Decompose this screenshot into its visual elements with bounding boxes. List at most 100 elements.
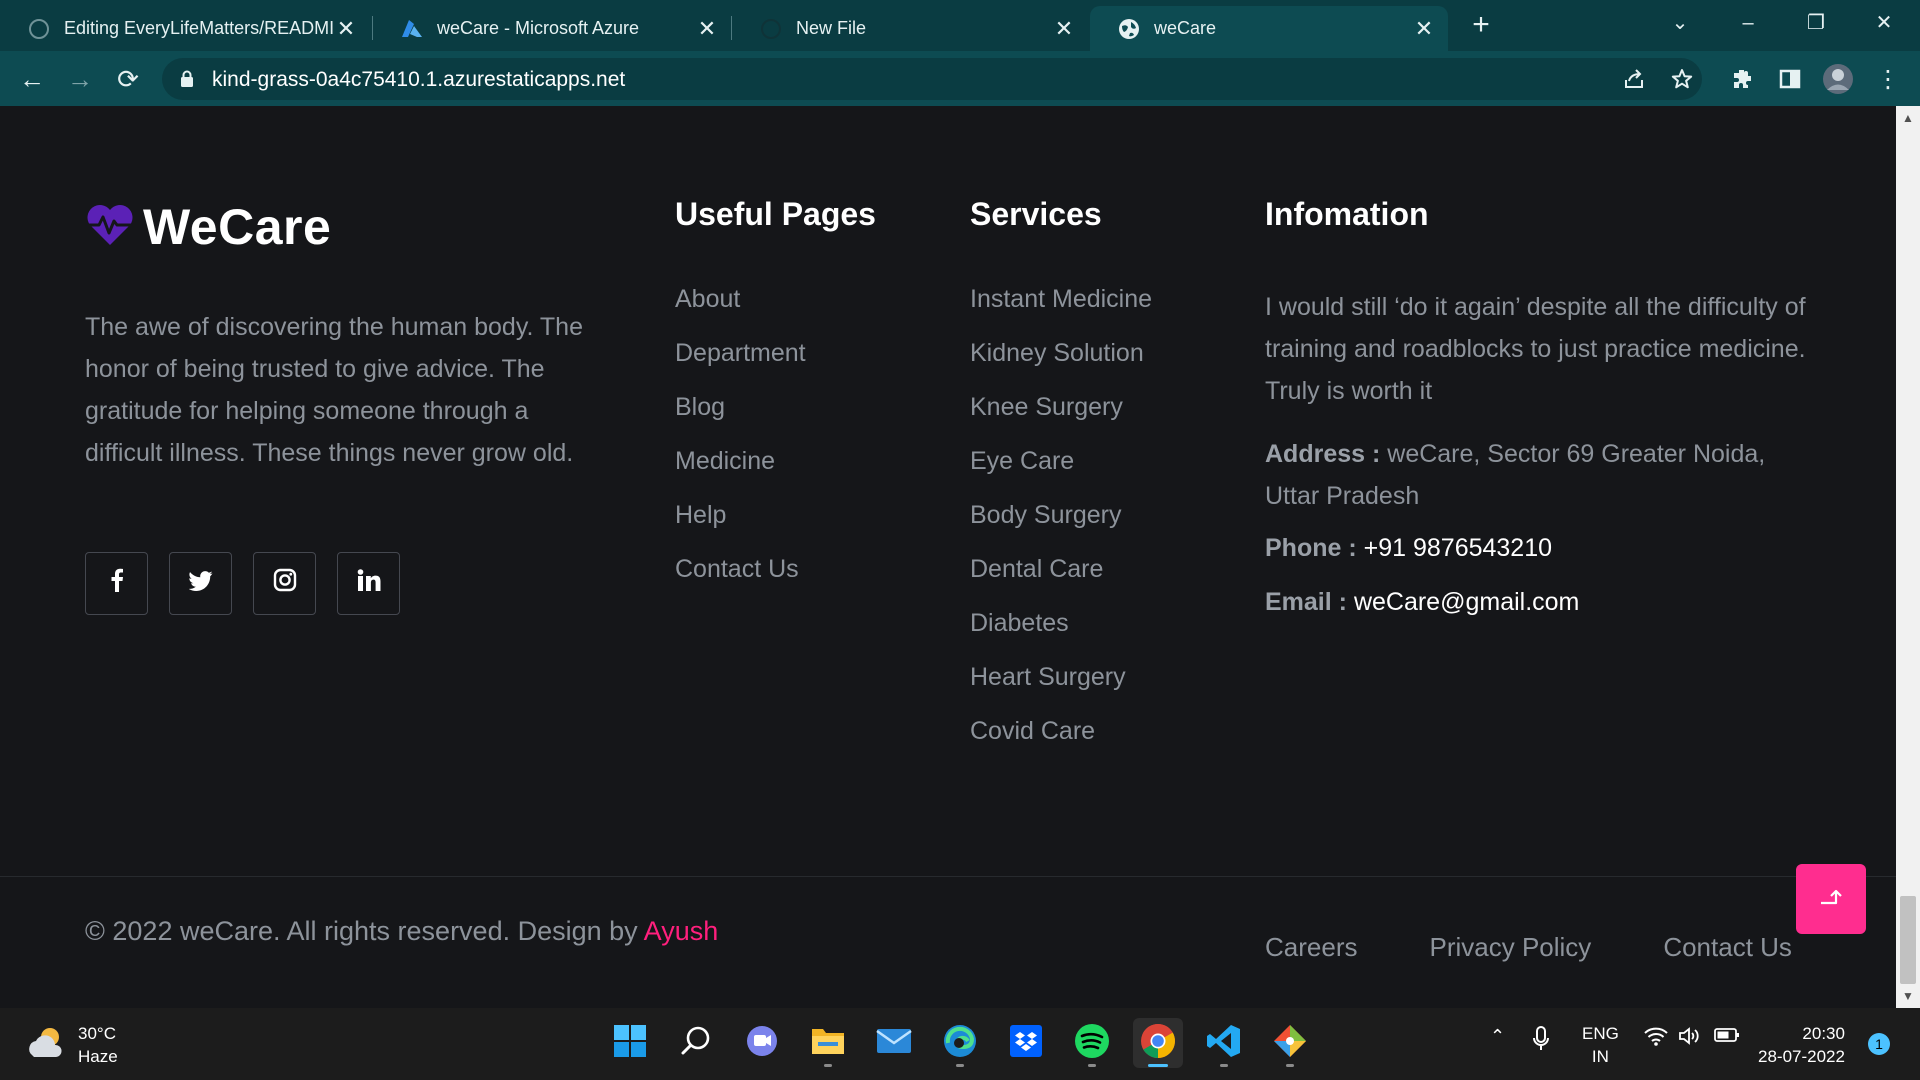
footer-link-blog[interactable]: Blog	[675, 392, 806, 446]
twitter-button[interactable]	[169, 552, 232, 615]
restore-button[interactable]: ❐	[1796, 8, 1836, 38]
close-icon[interactable]: ✕	[1052, 16, 1076, 41]
linkedin-button[interactable]	[337, 552, 400, 615]
tab-search-icon[interactable]: ⌄	[1660, 8, 1700, 38]
system-clock[interactable]: 20:30 28-07-2022	[1758, 1022, 1845, 1068]
address-row: Address : weCare, Sector 69 Greater Noid…	[1265, 433, 1825, 517]
scroll-up-icon[interactable]: ▲	[1896, 108, 1920, 128]
bottom-links: Careers Privacy Policy Contact Us	[1265, 932, 1864, 963]
brand-name: WeCare	[143, 199, 332, 255]
vscode-button[interactable]	[1199, 1018, 1249, 1068]
services-heading: Services	[970, 196, 1102, 232]
service-link-instant-medicine[interactable]: Instant Medicine	[970, 284, 1152, 338]
instagram-button[interactable]	[253, 552, 316, 615]
service-link-covid-care[interactable]: Covid Care	[970, 716, 1152, 770]
services-list: Instant Medicine Kidney Solution Knee Su…	[970, 284, 1152, 770]
weather-widget[interactable]: 30°C Haze	[26, 1022, 118, 1068]
dropbox-icon	[1009, 1024, 1043, 1063]
page-scrollbar[interactable]: ▲ ▼	[1896, 106, 1920, 1008]
service-link-body-surgery[interactable]: Body Surgery	[970, 500, 1152, 554]
close-icon[interactable]: ✕	[334, 16, 358, 41]
git-gui-button[interactable]	[1265, 1018, 1315, 1068]
careers-link[interactable]: Careers	[1265, 932, 1357, 963]
star-icon[interactable]	[1664, 61, 1700, 97]
footer-link-about[interactable]: About	[675, 284, 806, 338]
notification-badge[interactable]: 1	[1868, 1033, 1890, 1055]
tab-new-file[interactable]: New File ✕	[732, 6, 1088, 51]
volume-icon[interactable]	[1678, 1026, 1702, 1051]
mail-button[interactable]	[869, 1018, 919, 1068]
footer-link-contact-us[interactable]: Contact Us	[675, 554, 806, 608]
service-link-diabetes[interactable]: Diabetes	[970, 608, 1152, 662]
address-bar[interactable]: kind-grass-0a4c75410.1.azurestaticapps.n…	[162, 58, 1702, 100]
chevron-up-icon[interactable]: ⌃	[1490, 1026, 1505, 1047]
git-icon	[1272, 1023, 1308, 1064]
running-indicator	[956, 1064, 964, 1067]
share-icon[interactable]	[1616, 61, 1652, 97]
service-link-kidney-solution[interactable]: Kidney Solution	[970, 338, 1152, 392]
lock-icon	[180, 70, 194, 88]
footer-link-medicine[interactable]: Medicine	[675, 446, 806, 500]
author-link[interactable]: Ayush	[644, 916, 719, 946]
tab-azure[interactable]: weCare - Microsoft Azure ✕	[373, 6, 731, 51]
service-link-eye-care[interactable]: Eye Care	[970, 446, 1152, 500]
taskbar-search-button[interactable]	[671, 1018, 721, 1068]
privacy-policy-link[interactable]: Privacy Policy	[1429, 932, 1591, 963]
scroll-down-icon[interactable]: ▼	[1896, 986, 1920, 1006]
twitter-icon	[187, 570, 213, 598]
running-indicator	[1088, 1064, 1096, 1067]
chrome-button[interactable]	[1133, 1018, 1183, 1068]
service-link-dental-care[interactable]: Dental Care	[970, 554, 1152, 608]
minimize-button[interactable]: –	[1728, 8, 1768, 38]
tab-wecare[interactable]: weCare ✕	[1090, 6, 1448, 51]
start-button[interactable]	[605, 1018, 655, 1068]
running-indicator	[1220, 1064, 1228, 1067]
scrollbar-thumb[interactable]	[1900, 896, 1916, 984]
forward-button[interactable]: →	[60, 59, 100, 99]
phone-value[interactable]: +91 9876543210	[1364, 534, 1552, 562]
footer-link-department[interactable]: Department	[675, 338, 806, 392]
phone-label: Phone :	[1265, 534, 1357, 562]
social-links	[85, 552, 400, 615]
microphone-icon[interactable]	[1532, 1026, 1550, 1057]
file-explorer-button[interactable]	[803, 1018, 853, 1068]
battery-icon[interactable]	[1714, 1026, 1740, 1049]
close-icon[interactable]: ✕	[695, 16, 719, 41]
extensions-icon[interactable]	[1724, 61, 1760, 97]
clock-date: 28-07-2022	[1758, 1047, 1845, 1066]
edge-button[interactable]	[935, 1018, 985, 1068]
back-to-top-button[interactable]	[1796, 864, 1866, 934]
reload-button[interactable]: ⟳	[108, 59, 148, 99]
windows-taskbar: 30°C Haze ⌃ ENG IN 20:30 28-07-2022 1	[0, 1008, 1920, 1080]
new-tab-button[interactable]: +	[1466, 10, 1496, 41]
contact-us-link[interactable]: Contact Us	[1663, 932, 1792, 963]
avatar[interactable]	[1820, 61, 1856, 97]
close-icon[interactable]: ✕	[1412, 16, 1436, 41]
footer-divider	[0, 876, 1896, 877]
vscode-icon	[1206, 1023, 1242, 1064]
service-link-heart-surgery[interactable]: Heart Surgery	[970, 662, 1152, 716]
email-value[interactable]: weCare@gmail.com	[1354, 588, 1579, 616]
wifi-icon[interactable]	[1644, 1026, 1668, 1051]
useful-pages-list: About Department Blog Medicine Help Cont…	[675, 284, 806, 608]
tab-title: Editing EveryLifeMatters/READMI	[64, 18, 334, 38]
copyright: © 2022 weCare. All rights reserved. Desi…	[85, 916, 718, 947]
language-line2: IN	[1591, 1047, 1609, 1066]
heartbeat-logo-icon	[85, 203, 135, 252]
spotify-button[interactable]	[1067, 1018, 1117, 1068]
dropbox-button[interactable]	[1001, 1018, 1051, 1068]
service-link-knee-surgery[interactable]: Knee Surgery	[970, 392, 1152, 446]
footer-brand[interactable]: WeCare	[85, 198, 331, 256]
back-button[interactable]: ←	[12, 59, 52, 99]
folder-icon	[810, 1025, 846, 1062]
about-text: The awe of discovering the human body. T…	[85, 313, 583, 467]
language-indicator[interactable]: ENG IN	[1582, 1022, 1619, 1068]
information-text: I would still ‘do it again’ despite all …	[1265, 293, 1806, 405]
menu-icon[interactable]: ⋮	[1870, 61, 1906, 97]
facebook-button[interactable]	[85, 552, 148, 615]
footer-link-help[interactable]: Help	[675, 500, 806, 554]
close-window-button[interactable]: ✕	[1864, 8, 1904, 38]
side-panel-icon[interactable]	[1772, 61, 1808, 97]
tab-editing-readme[interactable]: Editing EveryLifeMatters/READMI ✕	[0, 6, 370, 51]
teams-chat-button[interactable]	[737, 1018, 787, 1068]
